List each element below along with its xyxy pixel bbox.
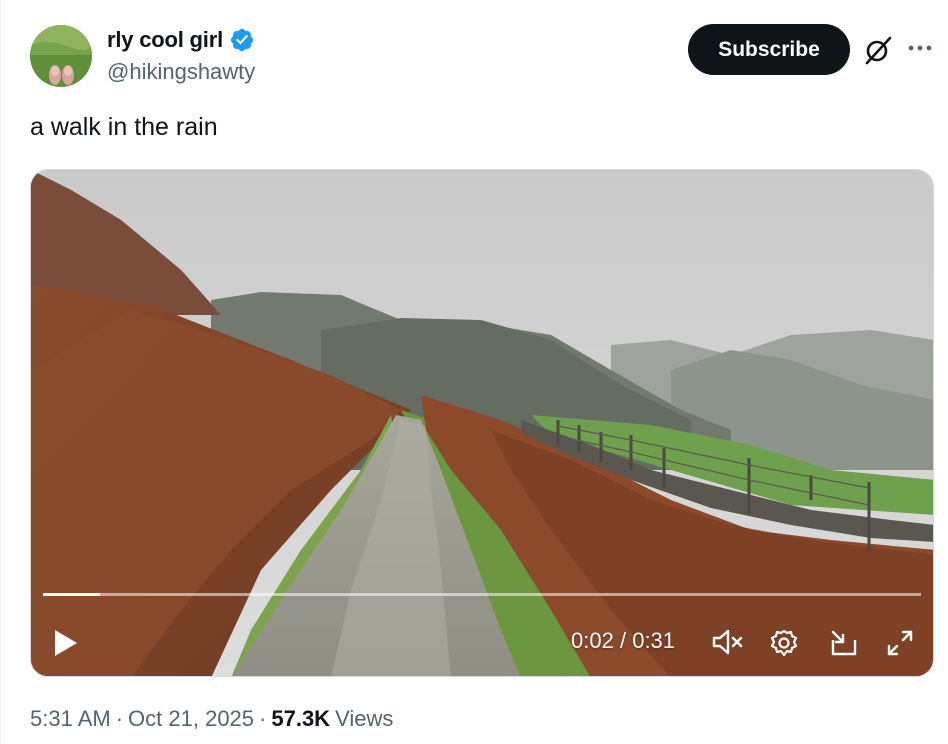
more-icon[interactable] bbox=[906, 36, 934, 60]
video-duration: 0:31 bbox=[632, 628, 676, 653]
meta-separator: · bbox=[115, 706, 124, 731]
author-handle[interactable]: @hikingshawty bbox=[107, 59, 255, 85]
settings-icon[interactable] bbox=[769, 628, 799, 658]
avatar-image bbox=[30, 25, 92, 87]
grok-icon[interactable] bbox=[862, 34, 894, 66]
author-name-row[interactable]: rly cool girl bbox=[107, 27, 255, 53]
avatar[interactable] bbox=[30, 25, 92, 87]
video-frame bbox=[31, 170, 933, 676]
meta-separator: · bbox=[259, 706, 267, 731]
video-player[interactable]: 0:02 / 0:31 bbox=[30, 169, 934, 677]
tweet-meta: 5:31 AM · Oct 21, 2025 · 57.3K Views bbox=[30, 706, 393, 732]
play-icon[interactable] bbox=[53, 628, 79, 658]
tweet-date[interactable]: Oct 21, 2025 bbox=[128, 706, 254, 732]
fullscreen-icon[interactable] bbox=[885, 628, 915, 658]
views-label: Views bbox=[335, 706, 394, 731]
tweet-text: a walk in the rain bbox=[30, 113, 218, 141]
left-divider bbox=[0, 0, 1, 744]
mute-icon[interactable] bbox=[711, 628, 745, 656]
display-name[interactable]: rly cool girl bbox=[107, 27, 223, 53]
video-progress-fill bbox=[43, 593, 101, 596]
tweet-time[interactable]: 5:31 AM bbox=[30, 706, 111, 732]
video-current-time: 0:02 bbox=[571, 628, 614, 653]
subscribe-button[interactable]: Subscribe bbox=[688, 24, 850, 75]
verified-badge-icon[interactable] bbox=[229, 27, 255, 53]
video-progress-bar[interactable] bbox=[43, 593, 921, 596]
views-count[interactable]: 57.3K bbox=[271, 706, 330, 732]
popout-icon[interactable] bbox=[829, 628, 859, 658]
video-time: 0:02 / 0:31 bbox=[571, 628, 675, 654]
video-time-separator: / bbox=[619, 628, 627, 653]
